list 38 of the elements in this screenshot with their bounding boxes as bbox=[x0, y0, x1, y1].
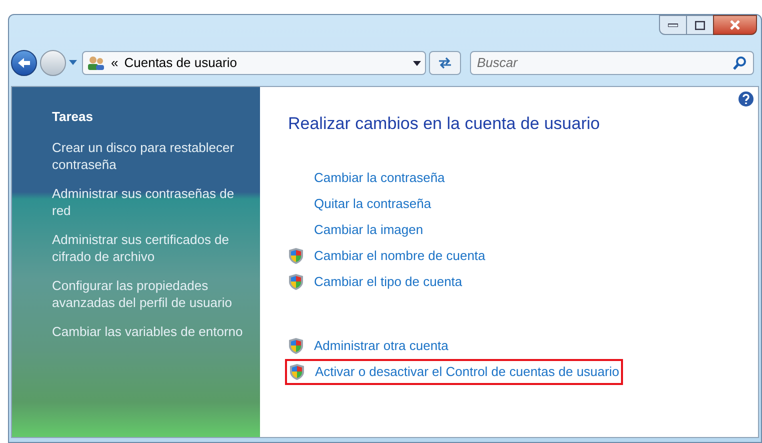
task-link[interactable]: Administrar otra cuenta bbox=[314, 336, 448, 356]
sidebar-task-link[interactable]: Administrar sus contraseñas de red bbox=[52, 184, 246, 218]
sidebar-task-link[interactable]: Cambiar las variables de entorno bbox=[52, 322, 246, 340]
minimize-button[interactable] bbox=[659, 15, 687, 35]
refresh-button[interactable] bbox=[429, 51, 461, 75]
address-bar[interactable]: « Cuentas de usuario bbox=[82, 51, 426, 75]
history-dropdown-icon[interactable] bbox=[69, 60, 77, 66]
page-heading: Realizar cambios en la cuenta de usuario bbox=[288, 113, 601, 135]
dropdown-caret-icon[interactable] bbox=[413, 60, 421, 66]
task-link[interactable]: Cambiar la contraseña bbox=[314, 168, 445, 188]
help-icon[interactable] bbox=[738, 91, 754, 107]
close-icon bbox=[730, 20, 740, 30]
back-arrow-icon bbox=[17, 57, 31, 69]
breadcrumb-separator: « bbox=[111, 54, 118, 72]
task-link[interactable]: Quitar la contraseña bbox=[314, 194, 432, 214]
search-icon[interactable] bbox=[733, 56, 747, 70]
refresh-arrows-icon bbox=[437, 56, 453, 70]
users-icon bbox=[87, 55, 105, 71]
task-link[interactable]: Cambiar la imagen bbox=[314, 220, 424, 240]
search-input[interactable]: Buscar bbox=[477, 53, 733, 73]
maximize-icon bbox=[695, 20, 705, 30]
minimize-icon bbox=[668, 23, 678, 27]
address-path[interactable]: Cuentas de usuario bbox=[124, 53, 407, 73]
back-button[interactable] bbox=[11, 50, 37, 76]
task-link[interactable]: Cambiar el nombre de cuenta bbox=[314, 246, 486, 266]
sidebar-title: Tareas bbox=[52, 108, 94, 126]
task-link[interactable]: Activar o desactivar el Control de cuentas de usuario bbox=[315, 362, 620, 382]
sidebar-task-link[interactable]: Crear un disco para restablecer contraseña bbox=[52, 138, 246, 172]
shield-icon bbox=[288, 246, 304, 264]
task-link[interactable]: Cambiar el tipo de cuenta bbox=[314, 272, 462, 292]
sidebar-task-link[interactable]: Configurar las propiedades avanzadas del perfil de usuario bbox=[52, 276, 246, 310]
sidebar-task-link[interactable]: Administrar sus certificados de cifrado de archivo bbox=[52, 230, 246, 264]
shield-icon bbox=[288, 272, 304, 290]
maximize-button[interactable] bbox=[687, 15, 713, 35]
close-button[interactable] bbox=[713, 15, 757, 35]
search-field[interactable]: Buscar bbox=[470, 51, 754, 75]
shield-icon bbox=[289, 362, 305, 380]
shield-icon bbox=[288, 336, 304, 354]
